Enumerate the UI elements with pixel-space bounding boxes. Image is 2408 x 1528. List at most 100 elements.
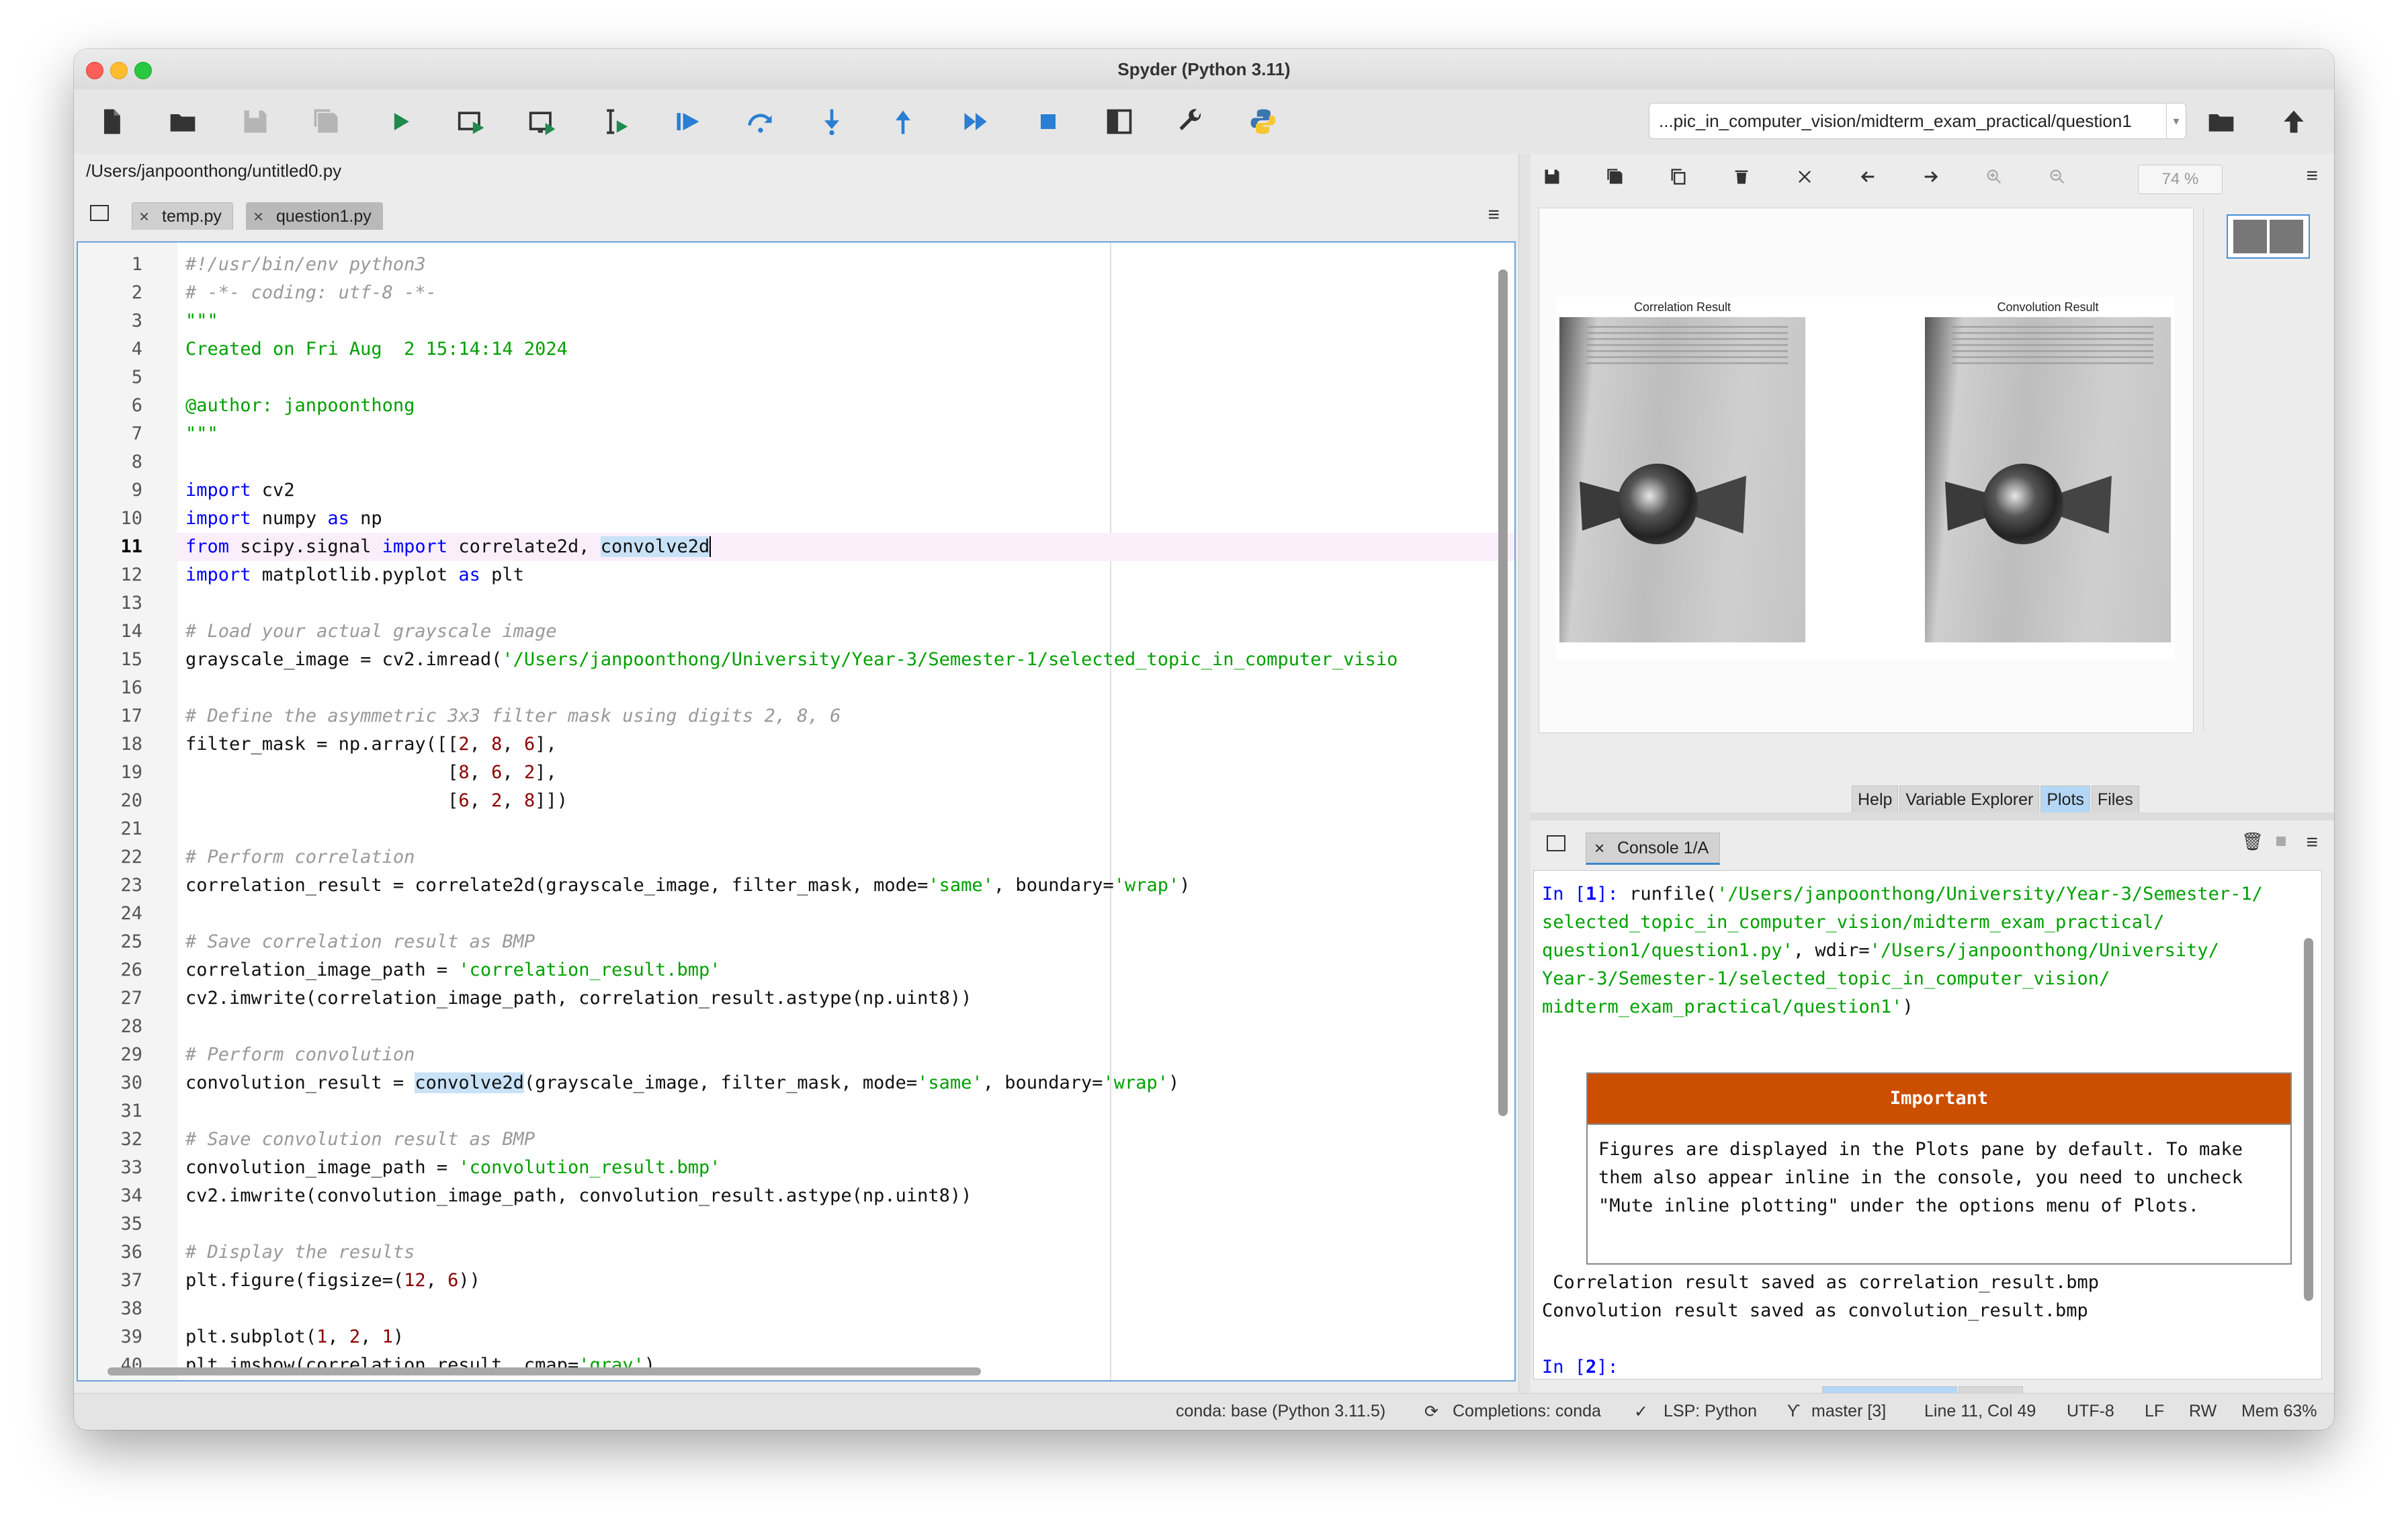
interrupt-kernel-icon[interactable] [2276,837,2286,846]
browse-directory-icon[interactable] [2201,101,2241,142]
previous-plot-icon[interactable] [1854,163,1881,190]
working-directory-combo[interactable]: ...pic_in_computer_vision/midterm_exam_p… [1649,103,2186,139]
new-file-icon[interactable] [91,101,132,142]
line-number: 1 [131,254,142,275]
save-icon[interactable] [235,101,275,142]
plot-thumbnail[interactable] [2227,214,2310,259]
main-toolbar: ...pic_in_computer_vision/midterm_exam_p… [74,89,2334,155]
tab-label: temp.py [162,207,222,226]
copy-plot-icon[interactable] [1665,163,1692,190]
step-into-icon[interactable] [812,101,852,142]
open-file-icon[interactable] [163,101,203,142]
line-number: 28 [120,1016,142,1037]
tab-temp-py[interactable]: × temp.py [132,202,233,230]
line-number: 20 [120,790,142,811]
close-tab-icon[interactable]: × [139,203,149,230]
tab-question1-py[interactable]: × question1.py [246,202,383,230]
plot-canvas[interactable]: Correlation Result Convolution Result [1539,208,2194,733]
line-number: 8 [131,452,142,472]
line-number: 2 [131,282,142,303]
tab-label: question1.py [276,207,372,226]
pane-splitter[interactable] [1518,154,1532,1430]
run-selection-icon[interactable] [595,101,636,142]
python-path-icon[interactable] [1243,101,1283,142]
console-output-line: Correlation result saved as correlation_… [1542,1272,2100,1293]
clear-console-icon[interactable]: 🗑 [2241,831,2264,852]
run-icon[interactable] [380,101,421,142]
browse-tabs-icon[interactable] [90,205,109,221]
preferences-icon[interactable] [1170,101,1211,142]
completions-icon: ⟳ [1424,1402,1438,1421]
next-plot-icon[interactable] [1918,163,1944,190]
delete-plot-icon[interactable] [1728,163,1755,190]
step-return-icon[interactable] [883,101,923,142]
line-number: 38 [120,1298,142,1319]
maximize-pane-icon[interactable] [1099,101,1140,142]
plot-thumbnails [2203,208,2334,732]
correlation-result-image [1559,317,1805,642]
plots-pane: 74 % ≡ Correlation Result Convolution Re… [1531,154,2334,815]
subplot-correlation: Correlation Result [1559,297,1805,642]
editor-options-menu-icon[interactable]: ≡ [1488,204,1500,226]
editor-vertical-scrollbar[interactable] [1496,249,1510,1371]
code-line: grayscale_image = cv2.imread('/Users/jan… [185,649,1398,670]
console-scrollbar[interactable] [2303,884,2315,1361]
status-encoding: UTF-8 [2067,1402,2114,1420]
code-line: import numpy as np [185,508,382,529]
close-tab-icon[interactable]: × [253,203,263,230]
code-editor[interactable]: #!/usr/bin/env python3 # -*- coding: utf… [77,241,1516,1382]
git-branch-icon: Ƴ [1787,1402,1801,1420]
line-number: 33 [120,1157,142,1178]
chevron-down-icon[interactable]: ▾ [2166,103,2186,138]
line-number: 14 [120,621,142,642]
code-line: # Save correlation result as BMP [185,931,535,952]
tab-plots[interactable]: Plots [2040,786,2090,815]
console-input-line: selected_topic_in_computer_vision/midter… [1542,912,2165,933]
debug-icon[interactable] [668,101,708,142]
run-cell-icon[interactable] [452,101,492,142]
edge-line [1110,243,1111,1380]
zoom-level-field[interactable]: 74 % [2138,165,2223,194]
browse-consoles-icon[interactable] [1547,835,1565,851]
step-icon[interactable] [740,101,781,142]
ipython-console[interactable]: In [1]: runfile('/Users/janpoonthong/Uni… [1533,870,2322,1380]
line-number: 9 [131,480,142,501]
stop-icon[interactable] [1028,101,1068,142]
code-line: [6, 2, 8]]) [185,790,568,811]
delete-all-plots-icon[interactable] [1791,163,1818,190]
tab-help[interactable]: Help [1852,786,1899,814]
subplot-convolution: Convolution Result [1925,297,2171,642]
horizontal-splitter[interactable] [1531,812,2334,820]
plots-options-menu-icon[interactable]: ≡ [2306,165,2318,187]
zoom-out-icon[interactable] [2044,163,2071,190]
line-number: 12 [120,564,142,585]
check-icon: ✓ [1634,1402,1648,1421]
zoom-in-icon[interactable] [1981,163,2008,190]
editor-horizontal-scrollbar[interactable] [91,1365,1489,1377]
important-title: Important [1588,1074,2290,1125]
line-number: 25 [120,931,142,952]
important-body: Figures are displayed in the Plots pane … [1598,1139,2254,1216]
save-all-plots-icon[interactable] [1602,163,1629,190]
tab-files[interactable]: Files [2091,786,2139,814]
console-pane: × Console 1/A 🗑 ≡ In [1]: runfile('/Users… [1531,820,2334,1430]
save-all-icon[interactable] [306,101,347,142]
parent-directory-icon[interactable] [2274,101,2314,142]
close-tab-icon[interactable]: × [1594,833,1604,863]
code-line: @author: janpoonthong [185,395,415,416]
console-options-menu-icon[interactable]: ≡ [2306,831,2318,854]
line-number: 31 [120,1101,142,1121]
editor-file-path: /Users/janpoonthong/untitled0.py [86,161,342,181]
line-number: 30 [120,1072,142,1093]
code-line: # Perform correlation [185,847,415,867]
tab-console-1a[interactable]: × Console 1/A [1586,833,1721,865]
continue-icon[interactable] [955,101,996,142]
title-bar: Spyder (Python 3.11) [74,49,2334,90]
line-number: 22 [120,847,142,867]
tab-variable-explorer[interactable]: Variable Explorer [1899,786,2040,814]
code-line: # Load your actual grayscale image [185,621,557,642]
save-plot-icon[interactable] [1539,163,1565,190]
console-prompt[interactable]: In [2]: [1542,1353,1629,1379]
code-line: # Save convolution result as BMP [185,1129,535,1150]
run-cell-advance-icon[interactable] [523,101,563,142]
